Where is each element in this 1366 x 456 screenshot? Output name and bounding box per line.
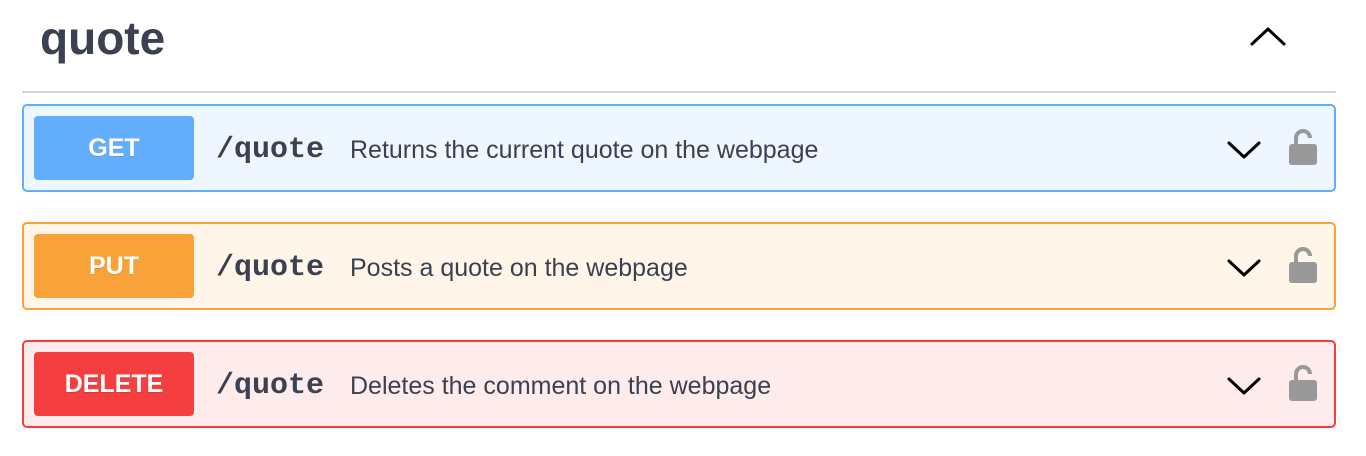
operation-summary: Deletes the comment on the webpage: [350, 372, 772, 400]
operation-summary: Posts a quote on the webpage: [350, 254, 688, 282]
method-badge-delete: DELETE: [34, 352, 194, 416]
operation-put-quote[interactable]: PUT /quote Posts a quote on the webpage: [22, 222, 1336, 310]
lock-icon: [1289, 247, 1317, 283]
authorize-button[interactable]: [1286, 362, 1320, 404]
lock-icon: [1289, 129, 1317, 165]
operation-get-quote[interactable]: GET /quote Returns the current quote on …: [22, 104, 1336, 192]
lock-icon: [1289, 365, 1317, 401]
authorize-button[interactable]: [1286, 244, 1320, 286]
operation-path: /quote: [216, 133, 325, 167]
chevron-up-icon: [1250, 27, 1286, 46]
expand-operation-button[interactable]: [1224, 248, 1264, 288]
tag-header[interactable]: quote: [22, 0, 1336, 93]
operation-delete-quote[interactable]: DELETE /quote Deletes the comment on the…: [22, 340, 1336, 428]
expand-operation-button[interactable]: [1224, 130, 1264, 170]
chevron-down-icon: [1227, 259, 1261, 277]
method-badge-get: GET: [34, 116, 194, 180]
expand-operation-button[interactable]: [1224, 366, 1264, 406]
tag-section-quote: quote GET /quote Returns the current quo…: [22, 0, 1336, 428]
operation-path: /quote: [216, 251, 325, 285]
chevron-down-icon: [1227, 141, 1261, 159]
method-badge-put: PUT: [34, 234, 194, 298]
operation-summary: Returns the current quote on the webpage: [350, 136, 819, 164]
chevron-down-icon: [1227, 377, 1261, 395]
collapse-tag-button[interactable]: [1246, 18, 1290, 54]
tag-title: quote: [40, 12, 166, 64]
authorize-button[interactable]: [1286, 126, 1320, 168]
operation-path: /quote: [216, 369, 325, 403]
